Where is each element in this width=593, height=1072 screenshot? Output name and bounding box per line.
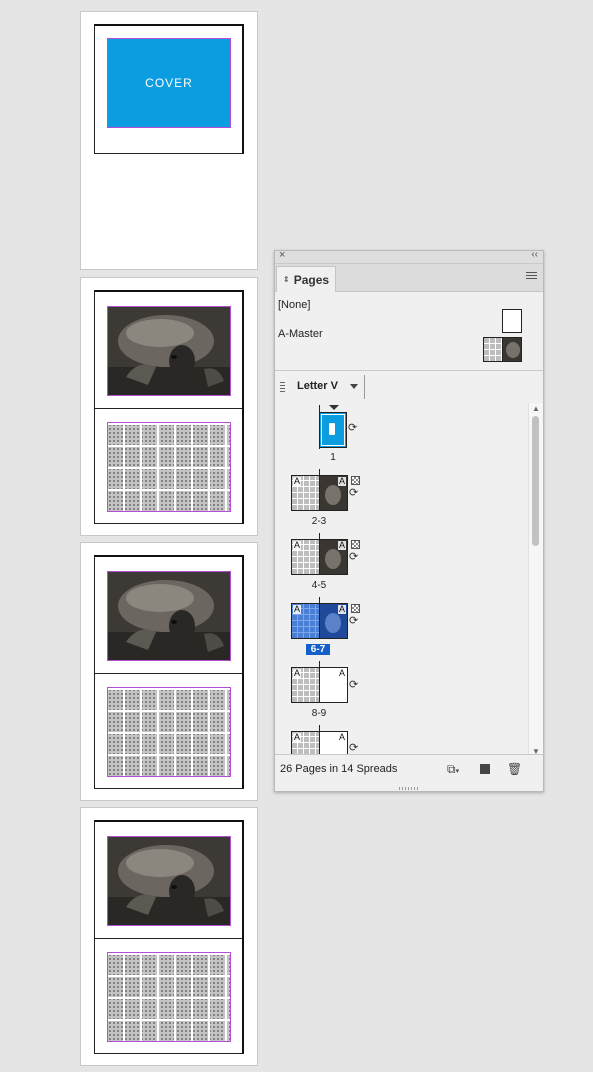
cover-label: COVER bbox=[145, 76, 193, 90]
page-margin-box bbox=[94, 555, 244, 789]
page-thumbnail[interactable]: A bbox=[291, 667, 320, 703]
insertion-marker-icon bbox=[329, 405, 339, 410]
page-divider bbox=[95, 938, 242, 939]
panel-titlebar[interactable]: × ‹‹ bbox=[275, 249, 543, 264]
rotate-icon: ⟳ bbox=[349, 742, 359, 754]
spread-label: 1 bbox=[330, 452, 336, 463]
scroll-up-icon[interactable]: ▲ bbox=[532, 404, 540, 413]
rotate-icon: ⟳ bbox=[349, 615, 359, 627]
page-size-label[interactable]: Letter V bbox=[297, 380, 338, 392]
spreads-list: ⟳ 1 A A ⟳ 2-3 A A ⟳ 4-5 A A ⟳ 6-7 A A ⟳ … bbox=[275, 403, 529, 757]
spread-label: 4-5 bbox=[311, 580, 327, 591]
rotate-icon: ⟳ bbox=[349, 679, 359, 691]
master-item-none[interactable]: [None] bbox=[278, 299, 310, 311]
pages-panel: × ‹‹ ⇕ Pages [None] A-Master Letter V ⟳ … bbox=[274, 249, 544, 792]
master-prefix: A bbox=[293, 732, 302, 742]
divider bbox=[364, 375, 365, 399]
expand-collapse-icon[interactable]: ⇕ bbox=[283, 275, 290, 284]
collapse-panel-icon[interactable]: ‹‹ bbox=[531, 249, 538, 260]
resize-grip[interactable] bbox=[399, 787, 419, 790]
page-margin-box bbox=[94, 290, 244, 524]
master-prefix: A bbox=[293, 540, 302, 550]
master-prefix: A bbox=[293, 476, 302, 486]
new-page-icon[interactable] bbox=[480, 764, 490, 774]
page-divider bbox=[95, 673, 242, 674]
transparency-icon bbox=[351, 540, 360, 549]
page-thumbnail[interactable]: A bbox=[319, 539, 348, 575]
page-thumbnail-selected[interactable]: A bbox=[319, 603, 348, 639]
turtle-image bbox=[108, 307, 230, 395]
tab-pages[interactable]: ⇕ Pages bbox=[276, 266, 336, 292]
master-item-a-master[interactable]: A-Master bbox=[278, 328, 323, 340]
drag-handle-icon[interactable] bbox=[280, 382, 285, 394]
page-divider bbox=[95, 408, 242, 409]
master-item-label: A-Master bbox=[278, 328, 323, 340]
page-margin-box bbox=[94, 820, 244, 1054]
trash-icon[interactable]: 🗑 bbox=[507, 762, 522, 776]
grid-placeholder-frame[interactable] bbox=[107, 687, 231, 777]
masters-section: [None] A-Master bbox=[275, 292, 543, 371]
panel-menu-icon[interactable] bbox=[526, 272, 537, 281]
master-prefix: A bbox=[337, 732, 346, 742]
rotate-icon: ⟳ bbox=[349, 487, 359, 499]
master-prefix: A bbox=[337, 476, 346, 486]
page-size-bar: Letter V bbox=[275, 371, 543, 404]
grid-placeholder-frame[interactable] bbox=[107, 422, 231, 512]
page-thumbnail[interactable]: A bbox=[319, 667, 348, 703]
turtle-image bbox=[108, 572, 230, 660]
page-thumbnail[interactable]: A bbox=[291, 539, 320, 575]
rotate-icon: ⟳ bbox=[348, 422, 358, 434]
page-thumbnail[interactable]: A bbox=[291, 475, 320, 511]
master-none-thumbnail[interactable] bbox=[502, 309, 522, 333]
page-thumbnail[interactable] bbox=[319, 412, 347, 448]
master-prefix: A bbox=[293, 668, 302, 678]
panel-footer: 26 Pages in 14 Spreads ⧉▾ 🗑 bbox=[275, 754, 543, 791]
cover-text-frame[interactable]: COVER bbox=[107, 38, 231, 128]
rotate-icon: ⟳ bbox=[349, 551, 359, 563]
scroll-thumb[interactable] bbox=[532, 416, 539, 546]
document-page-spread-2[interactable] bbox=[80, 542, 258, 801]
turtle-photo-frame[interactable] bbox=[107, 306, 231, 396]
page-margin-box: COVER bbox=[94, 24, 244, 154]
spread-label: 8-9 bbox=[311, 708, 327, 719]
master-prefix: A bbox=[337, 668, 346, 678]
page-thumbnail-selected[interactable]: A bbox=[291, 603, 320, 639]
edit-page-size-icon[interactable]: ⧉▾ bbox=[447, 762, 459, 777]
grid-placeholder-frame[interactable] bbox=[107, 952, 231, 1042]
transparency-icon bbox=[351, 604, 360, 613]
master-item-label: [None] bbox=[278, 299, 311, 311]
turtle-photo-frame[interactable] bbox=[107, 836, 231, 926]
document-page-cover[interactable]: COVER bbox=[80, 11, 258, 270]
master-prefix: A bbox=[293, 604, 302, 614]
panel-tab-row: ⇕ Pages bbox=[275, 264, 543, 292]
spreads-scrollbar[interactable]: ▲ ▼ bbox=[528, 403, 543, 757]
document-page-spread-1[interactable] bbox=[80, 277, 258, 536]
master-prefix: A bbox=[337, 540, 346, 550]
close-icon[interactable]: × bbox=[279, 249, 285, 261]
a-master-thumbnail[interactable] bbox=[483, 337, 522, 362]
spread-label-selected: 6-7 bbox=[306, 644, 330, 655]
turtle-image bbox=[108, 837, 230, 925]
page-thumbnail[interactable]: A bbox=[319, 475, 348, 511]
transparency-icon bbox=[351, 476, 360, 485]
master-prefix: A bbox=[337, 604, 346, 614]
tab-pages-label: Pages bbox=[293, 272, 330, 287]
spread-label: 2-3 bbox=[311, 516, 327, 527]
chevron-down-icon[interactable] bbox=[350, 384, 358, 389]
turtle-photo-frame[interactable] bbox=[107, 571, 231, 661]
document-page-spread-3[interactable] bbox=[80, 807, 258, 1066]
page-count-status: 26 Pages in 14 Spreads bbox=[280, 763, 398, 775]
